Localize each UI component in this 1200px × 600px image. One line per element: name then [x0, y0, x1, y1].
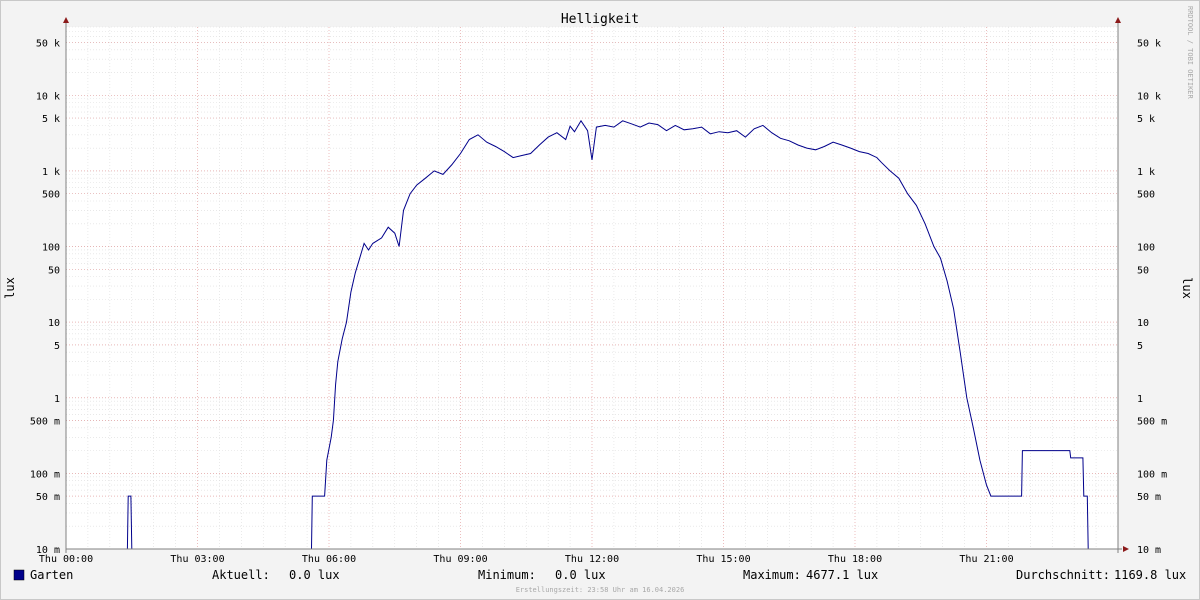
- y-tick-label-right: 500: [1137, 190, 1155, 201]
- y-tick-label-left: 100 m: [30, 469, 60, 480]
- legend-min-value: 0.0 lux: [555, 568, 606, 582]
- y-axis-label-left: lux: [3, 277, 17, 299]
- y-tick-label-left: 50 m: [36, 492, 60, 503]
- y-tick-label-left: 10: [48, 318, 60, 329]
- legend-max-value: 4677.1 lux: [806, 568, 878, 582]
- legend-max-label: Maximum:: [743, 568, 801, 582]
- y-tick-label-left: 50: [48, 265, 60, 276]
- x-tick-label: Thu 03:00: [170, 554, 224, 565]
- x-tick-label: Thu 09:00: [433, 554, 487, 565]
- x-tick-label: Thu 12:00: [565, 554, 619, 565]
- x-tick-label: Thu 00:00: [39, 554, 93, 565]
- y-tick-label-left: 1: [54, 394, 60, 405]
- x-tick-label: Thu 15:00: [696, 554, 750, 565]
- x-tick-label: Thu 06:00: [302, 554, 356, 565]
- y-tick-label-left: 5: [54, 341, 60, 352]
- y-tick-label-left: 500: [42, 190, 60, 201]
- legend-current-label: Aktuell:: [212, 568, 270, 582]
- rrdtool-watermark: RRDTOOL / TOBI OETIKER: [1186, 6, 1194, 100]
- y-tick-label-right: 50: [1137, 265, 1149, 276]
- footer-creation-time: Erstellungszeit: 23:58 Uhr am 16.04.2026: [516, 586, 685, 594]
- y-tick-label-right: 100: [1137, 243, 1155, 254]
- chart: 50 k 10 k 5 k 1 k 500 100 50 10 5 1 500 m 100 m 50 m…: [0, 0, 1200, 600]
- y-tick-label-right: 10: [1137, 318, 1149, 329]
- y-tick-label-right: 5 k: [1137, 114, 1155, 125]
- y-tick-label-right: 50 k: [1137, 38, 1161, 49]
- y-tick-label-left: 1 k: [42, 167, 60, 178]
- legend-current-value: 0.0 lux: [289, 568, 340, 582]
- legend-avg-value: 1169.8 lux: [1114, 568, 1186, 582]
- y-axis-label-right: lux: [1180, 277, 1194, 299]
- x-tick-label: Thu 21:00: [959, 554, 1013, 565]
- chart-title: Helligkeit: [561, 12, 639, 27]
- y-tick-label-right: 10 m: [1137, 545, 1161, 556]
- y-tick-label-right: 500 m: [1137, 417, 1167, 428]
- y-tick-label-left: 5 k: [42, 114, 60, 125]
- y-tick-label-right: 50 m: [1137, 492, 1161, 503]
- y-tick-label-right: 1 k: [1137, 167, 1155, 178]
- legend-avg-label: Durchschnitt:: [1016, 568, 1110, 582]
- y-tick-label-left: 100: [42, 243, 60, 254]
- y-tick-label-right: 100 m: [1137, 469, 1167, 480]
- y-tick-label-left: 500 m: [30, 417, 60, 428]
- y-tick-label-right: 5: [1137, 341, 1143, 352]
- y-tick-label-right: 1: [1137, 394, 1143, 405]
- y-tick-label-right: 10 k: [1137, 91, 1161, 102]
- y-tick-label-left: 50 k: [36, 38, 60, 49]
- legend-swatch-garten: [13, 569, 25, 581]
- legend-series-name: Garten: [30, 568, 73, 582]
- y-tick-label-left: 10 k: [36, 91, 60, 102]
- x-tick-label: Thu 18:00: [828, 554, 882, 565]
- legend-min-label: Minimum:: [478, 568, 536, 582]
